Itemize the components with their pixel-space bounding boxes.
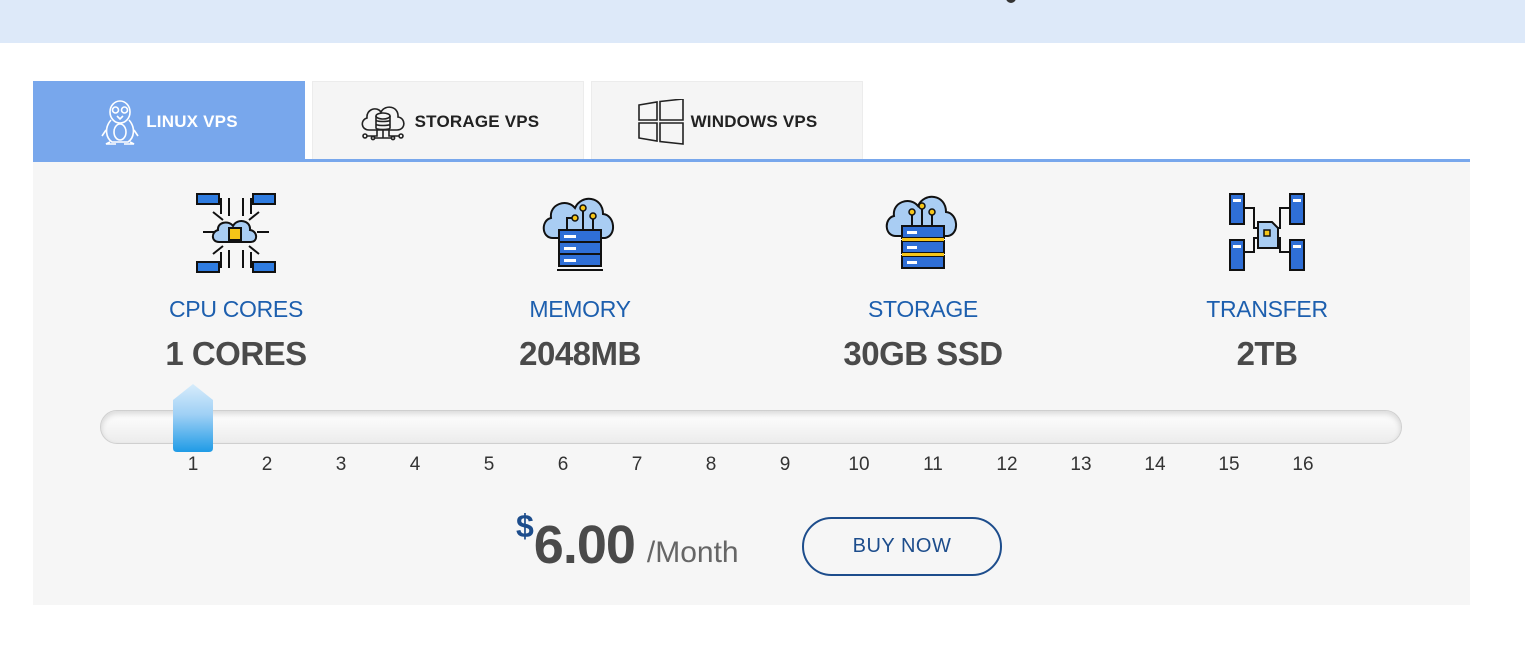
cloud-storage-icon: [773, 190, 1073, 276]
spec-transfer: TRANSFER 2TB: [1117, 190, 1417, 373]
slider-tick[interactable]: 14: [1135, 454, 1175, 476]
buy-now-button[interactable]: BUY NOW: [802, 517, 1002, 576]
tab-label: WINDOWS VPS: [690, 111, 818, 131]
spec-value: 2TB: [1236, 335, 1298, 372]
price-currency: $: [516, 508, 534, 544]
slider-ticks: 1 2 3 4 5 6 7 8 9 10 11 12 13 14 15 16: [173, 454, 1373, 478]
price-display: $ 6.00 /Month: [516, 508, 739, 588]
slider-tick[interactable]: 3: [321, 454, 361, 476]
slider-tick[interactable]: 16: [1283, 454, 1323, 476]
spec-value: 30GB SSD: [843, 335, 1003, 372]
tab-label: LINUX VPS: [146, 111, 238, 131]
spec-title: CPU CORES: [168, 296, 304, 322]
slider-tick[interactable]: 12: [987, 454, 1027, 476]
price-amount: 6.00: [533, 515, 636, 575]
spec-value: 1 CORES: [165, 335, 307, 372]
cloud-cpu-icon: [86, 190, 386, 276]
tab-label: STORAGE VPS: [414, 111, 540, 131]
slider-tick[interactable]: 8: [691, 454, 731, 476]
spec-title: MEMORY: [529, 296, 631, 322]
penguin-icon: [100, 98, 140, 146]
slider-tick[interactable]: 15: [1209, 454, 1249, 476]
spec-value: 2048MB: [519, 335, 641, 372]
price-period: /Month: [646, 536, 739, 569]
slider-tick[interactable]: 2: [247, 454, 287, 476]
slider-tick[interactable]: 9: [765, 454, 805, 476]
spec-memory: MEMORY 2048MB: [430, 190, 730, 373]
slider-handle[interactable]: [173, 384, 213, 452]
cpu-cores-slider[interactable]: [100, 410, 1402, 444]
slider-tick[interactable]: 11: [913, 454, 953, 476]
slider-tick[interactable]: 6: [543, 454, 583, 476]
slider-tick[interactable]: 7: [617, 454, 657, 476]
tab-windows-vps[interactable]: WINDOWS VPS: [591, 81, 863, 161]
spec-title: STORAGE: [868, 296, 978, 322]
slider-tick[interactable]: 1: [173, 454, 213, 476]
top-banner: [0, 0, 1525, 43]
tab-linux-vps[interactable]: LINUX VPS: [33, 81, 305, 161]
cloud-database-icon: [357, 98, 409, 146]
spec-cpu-cores: CPU CORES 1 CORES: [86, 190, 386, 373]
slider-tick[interactable]: 10: [839, 454, 879, 476]
slider-tick[interactable]: 5: [469, 454, 509, 476]
slider-tick[interactable]: 4: [395, 454, 435, 476]
spec-storage: STORAGE 30GB SSD: [773, 190, 1073, 373]
slider-tick[interactable]: 13: [1061, 454, 1101, 476]
tab-storage-vps[interactable]: STORAGE VPS: [312, 81, 584, 161]
product-tabs: LINUX VPS STORAGE VPS WINDOWS VPS: [33, 81, 863, 161]
chevron-down-icon[interactable]: [1006, 0, 1016, 3]
cloud-server-icon: [430, 190, 730, 276]
spec-title: TRANSFER: [1206, 296, 1328, 322]
plan-configurator: CPU CORES 1 CORES MEMORY 2048MB STORAGE …: [33, 159, 1470, 605]
network-transfer-icon: [1117, 190, 1417, 276]
windows-icon: [637, 98, 685, 145]
